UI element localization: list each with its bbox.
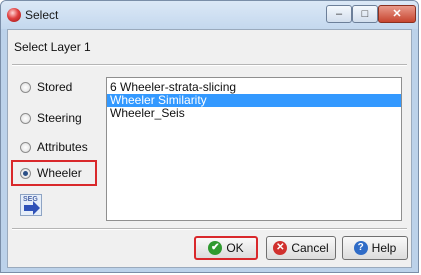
radio-indicator[interactable] (20, 112, 31, 124)
select-layer-label: Select Layer 1 (14, 40, 91, 54)
select-dialog-window: Select – □ ✕ Select Layer 1 Stored Steer… (0, 0, 419, 273)
window-title: Select (25, 8, 59, 22)
close-button[interactable]: ✕ (378, 5, 416, 23)
title-bar[interactable]: Select – □ ✕ (1, 1, 418, 29)
arrow-head-icon (33, 201, 40, 215)
radio-steering[interactable]: Steering (20, 109, 82, 127)
checkmark-icon: ✔ (208, 241, 223, 255)
radio-attributes[interactable]: Attributes (20, 138, 88, 156)
ok-button[interactable]: ✔ OK (194, 236, 258, 260)
app-icon (7, 8, 21, 22)
top-divider (12, 64, 407, 66)
wheeler-highlight-box (11, 160, 97, 186)
radio-attributes-label: Attributes (37, 140, 88, 154)
help-button-label: Help (371, 241, 397, 255)
cancel-button-label: Cancel (291, 241, 329, 255)
list-item[interactable]: Wheeler_Seis (107, 107, 401, 120)
radio-indicator[interactable] (20, 141, 31, 153)
maximize-button[interactable]: □ (352, 5, 378, 23)
help-icon: ? (353, 241, 368, 255)
radio-steering-label: Steering (37, 111, 82, 125)
help-button[interactable]: ? Help (342, 236, 408, 260)
minimize-button[interactable]: – (326, 5, 352, 23)
layer-listbox[interactable]: 6 Wheeler-strata-slicing Wheeler Similar… (106, 77, 402, 221)
dialog-client-area: Select Layer 1 Stored Steering Attribute… (7, 29, 412, 268)
bottom-divider (12, 228, 407, 230)
seg-export-icon[interactable]: SEG (20, 194, 42, 216)
radio-stored-label: Stored (37, 80, 73, 94)
ok-button-label: OK (226, 241, 244, 255)
cancel-icon: ✕ (273, 241, 288, 255)
radio-indicator[interactable] (20, 81, 31, 93)
radio-stored[interactable]: Stored (20, 78, 72, 96)
cancel-button[interactable]: ✕ Cancel (266, 236, 336, 260)
